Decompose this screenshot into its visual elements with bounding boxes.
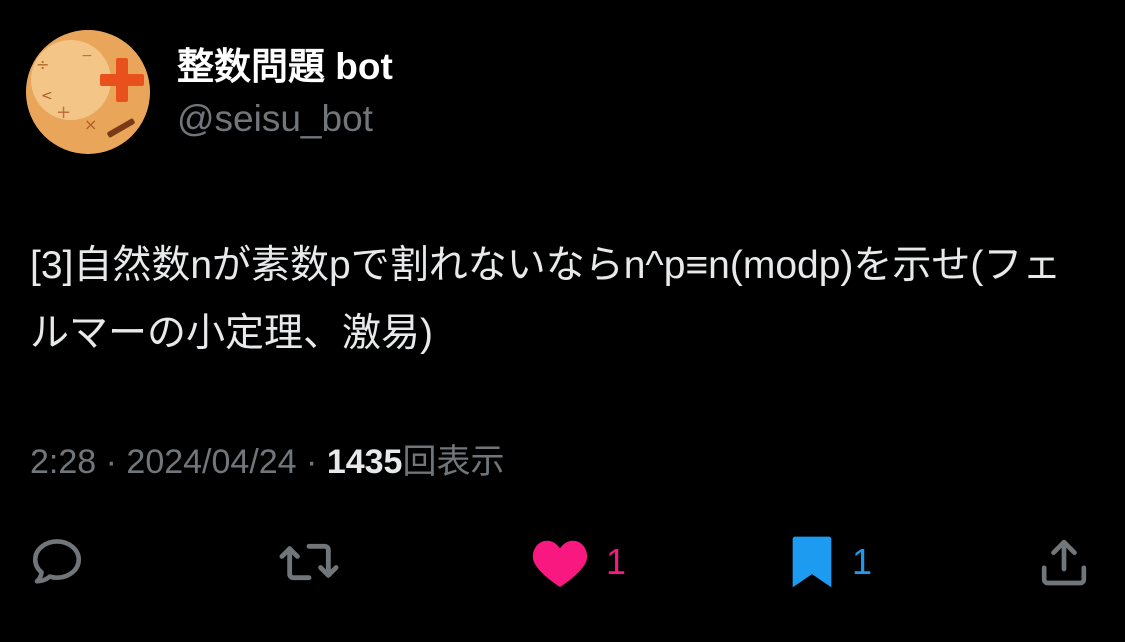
avatar[interactable]: ÷ + × < − [26, 30, 150, 154]
views-count: 1435 [326, 443, 403, 481]
like-count: 1 [606, 541, 627, 582]
bookmark-button[interactable]: 1 [788, 530, 872, 594]
tweet-meta: 2:28 · 2024/04/24 · 1435回表示 [30, 440, 504, 484]
tweet: ÷ + × < − 整数問題 bot @seisu_bot [3]自然数nが素数… [0, 0, 1125, 642]
share-icon [1041, 539, 1087, 586]
handle[interactable]: @seisu_bot [177, 96, 373, 142]
meta-separator: · [105, 443, 117, 481]
svg-text:−: − [81, 48, 93, 64]
svg-text:÷: ÷ [36, 55, 49, 74]
avatar-image: ÷ + × < − [26, 30, 150, 154]
retweet-button[interactable] [276, 530, 342, 594]
action-bar: 1 1 [0, 530, 1125, 594]
svg-text:+: + [56, 102, 71, 123]
bookmark-icon [792, 536, 832, 588]
share-button[interactable] [1036, 530, 1092, 594]
bookmark-count: 1 [852, 541, 873, 582]
heart-icon [532, 540, 588, 587]
like-button[interactable]: 1 [530, 530, 626, 594]
views-label: 回表示 [402, 443, 505, 481]
reply-icon [32, 539, 82, 584]
tweet-text: [3]自然数nが素数pで割れないならn^p≡n(modp)を示せ(フェルマーの小… [30, 244, 1062, 355]
display-name[interactable]: 整数問題 bot [177, 44, 393, 90]
meta-separator: · [306, 443, 318, 481]
svg-text:×: × [84, 115, 97, 134]
reply-button[interactable] [28, 530, 86, 594]
retweet-icon [279, 543, 339, 581]
tweet-time[interactable]: 2:28 [30, 443, 96, 481]
tweet-date[interactable]: 2024/04/24 [126, 443, 296, 481]
svg-text:<: < [41, 88, 53, 104]
